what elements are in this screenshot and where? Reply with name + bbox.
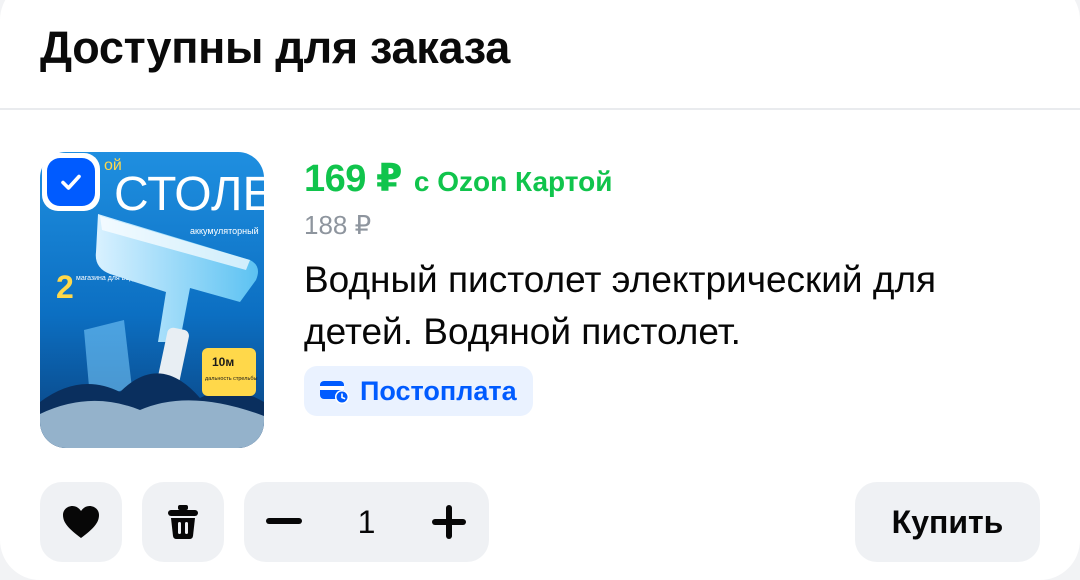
buy-button[interactable]: Купить (855, 482, 1040, 562)
trash-icon (168, 505, 198, 539)
select-checkbox[interactable] (42, 153, 100, 211)
minus-icon (266, 518, 302, 524)
image-range-text: дальность стрельбы (205, 376, 258, 382)
postpay-badge: Постоплата (304, 366, 533, 416)
old-price: 188 ₽ (304, 210, 372, 240)
price-card-label: с Ozon Картой (413, 166, 613, 197)
postpay-badge-label: Постоплата (360, 375, 517, 406)
decrease-quantity-button[interactable] (244, 482, 324, 562)
price-row: 169 ₽ с Ozon Картой (304, 156, 612, 201)
price-with-card: 169 ₽ (304, 158, 402, 200)
favorite-button[interactable] (40, 482, 122, 562)
image-range-big: 10м (212, 355, 234, 369)
checkmark-icon (61, 174, 81, 190)
checkbox-checked (47, 158, 95, 206)
delete-button[interactable] (142, 482, 224, 562)
quantity-value[interactable]: 1 (358, 504, 376, 541)
heart-icon (63, 506, 99, 538)
quantity-stepper: 1 (244, 482, 489, 562)
image-subtitle-text: аккумуляторный (190, 226, 259, 236)
wallet-clock-icon (320, 381, 349, 404)
section-divider (0, 108, 1080, 110)
image-magazines-num: 2 (56, 269, 74, 305)
image-corner-text: ой (104, 157, 122, 174)
image-title-text: СТОЛЕТ (114, 168, 264, 221)
product-title[interactable]: Водный пистолет электрический для детей.… (304, 254, 1044, 358)
plus-icon (431, 505, 466, 539)
buy-button-label: Купить (891, 503, 1004, 540)
increase-quantity-button[interactable] (409, 482, 489, 562)
section-title: Доступны для заказа (40, 22, 510, 73)
